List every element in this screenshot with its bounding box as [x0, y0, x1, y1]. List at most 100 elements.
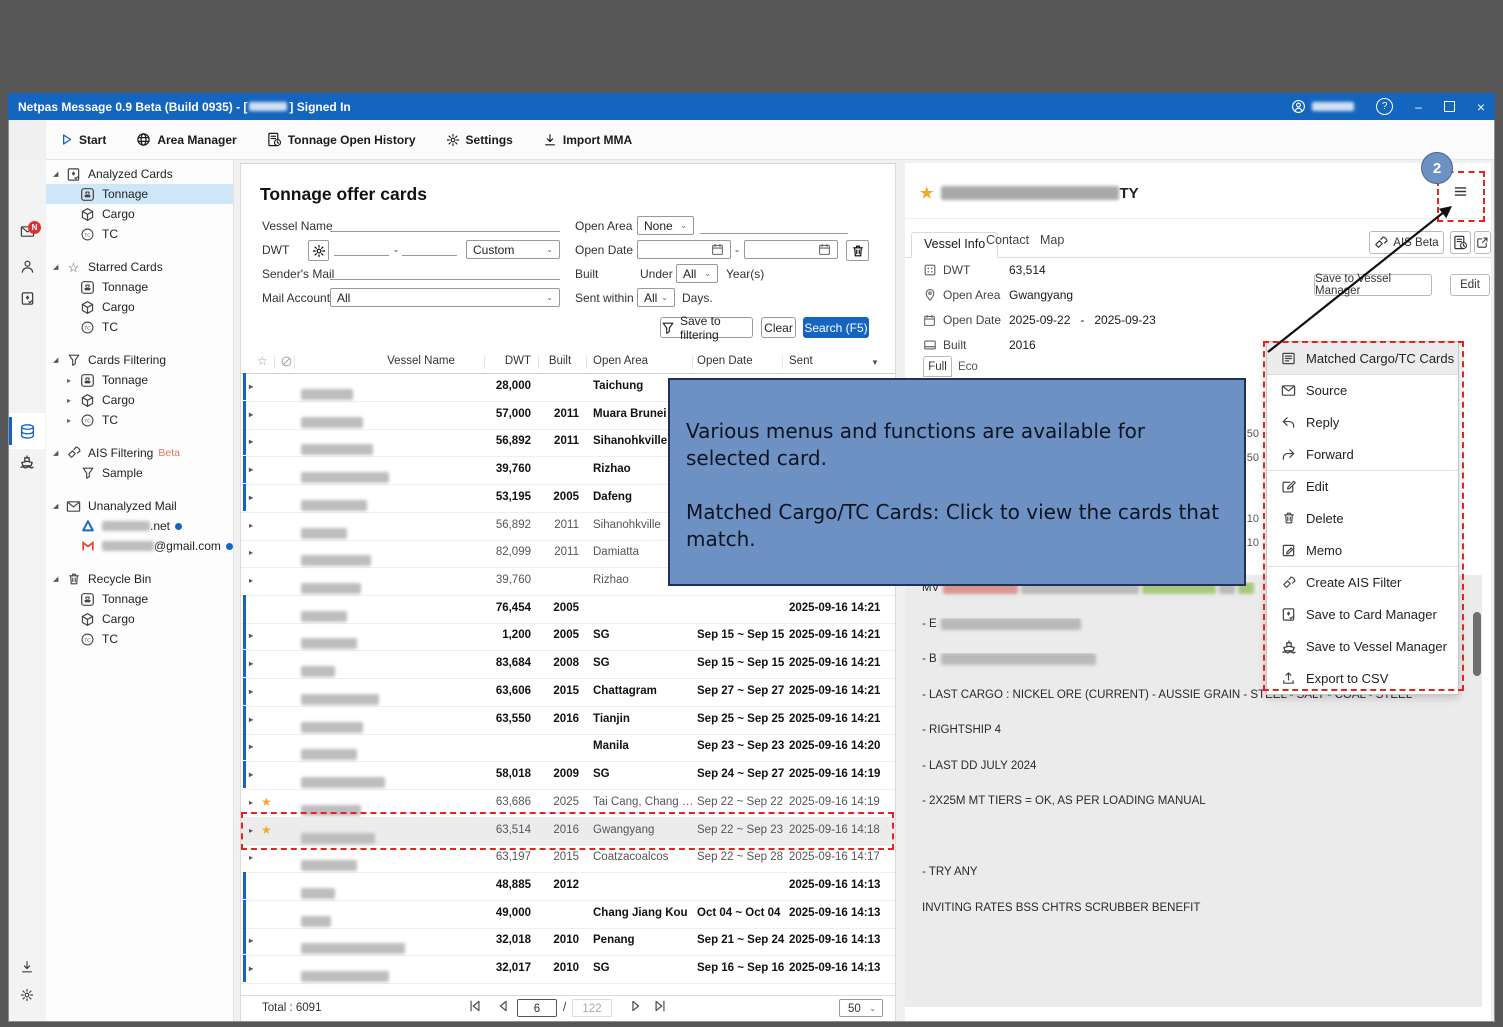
sidebar-section-recycle-bin[interactable]: ◢Recycle Bin [46, 569, 233, 589]
toolbar-item-start[interactable]: Start [60, 133, 106, 147]
mail-account-select[interactable]: All⌄ [330, 288, 560, 307]
sidebar-item-cards-filtering-tonnage[interactable]: ▸Tonnage [46, 370, 233, 390]
dwt-preset-select[interactable]: Custom⌄ [466, 240, 560, 259]
first-page-button[interactable] [468, 999, 482, 1013]
table-row-14[interactable]: ▸ManilaSep 23 ~ Sep 232025-09-16 14:20 [241, 733, 895, 762]
sidebar-item-cards-filtering-cargo[interactable]: ▸Cargo [46, 390, 233, 410]
row-expand-icon[interactable]: ▸ [249, 493, 253, 502]
import-nav-icon[interactable] [14, 954, 40, 980]
table-row-19[interactable]: 48,88520122025-09-16 14:13 [241, 872, 895, 901]
dwt-min-input[interactable] [334, 238, 389, 256]
toolbar-item-tonnage-open-history[interactable]: Tonnage Open History [267, 132, 416, 147]
scrollbar-thumb[interactable] [1473, 612, 1481, 676]
sent-within-select[interactable]: All⌄ [637, 288, 675, 307]
sidebar-section-ais-filtering[interactable]: ◢AIS FilteringBeta [46, 443, 233, 463]
popout-tool-button[interactable] [1474, 231, 1491, 254]
table-header[interactable]: ☆ Vessel Name DWT Built Open Area Open D… [241, 351, 895, 374]
expand-caret-icon[interactable]: ◢ [53, 263, 63, 271]
row-expand-icon[interactable]: ▸ [249, 798, 253, 807]
row-expand-icon[interactable]: ▸ [249, 576, 253, 585]
row-expand-icon[interactable]: ▸ [249, 742, 253, 751]
open-date-to-input[interactable] [744, 240, 838, 259]
row-expand-icon[interactable]: ▸ [249, 465, 253, 474]
sidebar-section-analyzed-cards[interactable]: ◢Analyzed Cards [46, 164, 233, 184]
vessel-manager-nav-icon[interactable] [14, 448, 40, 474]
collapsed-caret-icon[interactable]: ▸ [67, 376, 77, 385]
collapsed-caret-icon[interactable]: ▸ [67, 396, 77, 405]
mode-tab-eco[interactable]: Eco [958, 361, 978, 373]
row-expand-icon[interactable]: ▸ [249, 715, 253, 724]
row-expand-icon[interactable]: ▸ [249, 521, 253, 530]
table-row-21[interactable]: ▸32,0182010PenangSep 21 ~ Sep 242025-09-… [241, 927, 895, 956]
sidebar-item-mail-account-1[interactable]: @gmail.com [46, 536, 233, 556]
help-button[interactable]: ? [1376, 98, 1393, 115]
sidebar-item-ais-filtering-sample[interactable]: Sample [46, 463, 233, 483]
tab-contact[interactable]: Contact [986, 233, 1029, 247]
sidebar-item-recycle-bin-tc[interactable]: TCTC [46, 629, 233, 649]
table-row-12[interactable]: ▸63,6062015ChattagramSep 27 ~ Sep 272025… [241, 678, 895, 707]
minimize-button[interactable]: – [1415, 100, 1422, 114]
senders-mail-input[interactable] [330, 262, 560, 280]
sidebar-section-starred-cards[interactable]: ◢☆Starred Cards [46, 257, 233, 277]
sidebar-item-starred-cards-tc[interactable]: TCTC [46, 317, 233, 337]
save-to-filtering-button[interactable]: Save to filtering [660, 317, 753, 338]
card-manager-nav-icon[interactable] [14, 285, 40, 311]
col-sent[interactable]: Sent [789, 355, 813, 367]
row-expand-icon[interactable]: ▸ [249, 382, 253, 391]
sidebar-item-mail-account-0[interactable]: .net [46, 516, 233, 536]
close-button[interactable]: × [1477, 99, 1485, 115]
settings-nav-icon[interactable] [14, 982, 40, 1008]
contacts-nav-icon[interactable] [14, 253, 40, 279]
row-expand-icon[interactable]: ▸ [249, 548, 253, 557]
table-row-15[interactable]: ▸58,0182009SGSep 24 ~ Sep 272025-09-16 1… [241, 761, 895, 790]
table-row-13[interactable]: ▸63,5502016TianjinSep 25 ~ Sep 252025-09… [241, 706, 895, 735]
toolbar-item-settings[interactable]: Settings [446, 133, 513, 147]
row-expand-icon[interactable]: ▸ [249, 687, 253, 696]
edit-button[interactable]: Edit [1450, 274, 1490, 296]
table-row-10[interactable]: ▸1,2002005SGSep 15 ~ Sep 152025-09-16 14… [241, 622, 895, 651]
search-button[interactable]: Search (F5) [803, 317, 869, 338]
sidebar-item-cards-filtering-tc[interactable]: ▸TCTC [46, 410, 233, 430]
open-area-extra-input[interactable] [700, 216, 848, 234]
expand-caret-icon[interactable]: ◢ [53, 449, 63, 457]
col-open-area[interactable]: Open Area [593, 355, 648, 367]
ais-beta-button[interactable]: AIS Beta [1369, 231, 1444, 254]
toolbar-item-import-mma[interactable]: Import MMA [543, 133, 632, 147]
sidebar-item-starred-cards-tonnage[interactable]: Tonnage [46, 277, 233, 297]
sidebar-section-cards-filtering[interactable]: ◢Cards Filtering [46, 350, 233, 370]
row-expand-icon[interactable]: ▸ [249, 410, 253, 419]
table-row-9[interactable]: 76,45420052025-09-16 14:21 [241, 595, 895, 624]
last-page-button[interactable] [653, 999, 667, 1013]
row-expand-icon[interactable]: ▸ [249, 936, 253, 945]
sidebar-item-analyzed-cards-cargo[interactable]: Cargo [46, 204, 233, 224]
sort-arrow-icon[interactable]: ▼ [871, 358, 879, 367]
open-area-select[interactable]: None⌄ [637, 216, 694, 235]
history-tool-button[interactable] [1450, 231, 1471, 254]
table-row-22[interactable]: ▸32,0172010SGSep 16 ~ Sep 162025-09-16 1… [241, 955, 895, 984]
save-to-vessel-manager-button[interactable]: Save to Vessel Manager [1314, 274, 1432, 296]
table-row-20[interactable]: 49,000Chang Jiang KouOct 04 ~ Oct 042025… [241, 900, 895, 929]
sidebar-item-recycle-bin-tonnage[interactable]: Tonnage [46, 589, 233, 609]
open-date-clear-button[interactable] [846, 240, 869, 261]
expand-caret-icon[interactable]: ◢ [53, 170, 63, 178]
sidebar-section-unanalyzed-mail[interactable]: ◢Unanalyzed Mail [46, 496, 233, 516]
row-star-icon[interactable]: ★ [261, 795, 272, 809]
row-expand-icon[interactable]: ▸ [249, 964, 253, 973]
analyzed-cards-nav-icon[interactable] [14, 418, 40, 444]
row-expand-icon[interactable]: ▸ [249, 659, 253, 668]
account-indicator[interactable] [1291, 99, 1354, 114]
expand-caret-icon[interactable]: ◢ [53, 502, 63, 510]
row-expand-icon[interactable]: ▸ [249, 631, 253, 640]
col-built[interactable]: Built [541, 355, 579, 367]
page-size-select[interactable]: 50⌄ [839, 999, 883, 1017]
prev-page-button[interactable] [496, 999, 510, 1013]
built-select[interactable]: All⌄ [676, 264, 718, 283]
vessel-name-input[interactable] [330, 214, 560, 232]
expand-caret-icon[interactable]: ◢ [53, 356, 63, 364]
next-page-button[interactable] [629, 999, 643, 1013]
dwt-settings-button[interactable] [308, 240, 329, 261]
tab-map[interactable]: Map [1040, 233, 1064, 247]
col-open-date[interactable]: Open Date [697, 355, 753, 367]
clear-button[interactable]: Clear [761, 317, 796, 338]
toolbar-item-area-manager[interactable]: Area Manager [136, 132, 236, 147]
